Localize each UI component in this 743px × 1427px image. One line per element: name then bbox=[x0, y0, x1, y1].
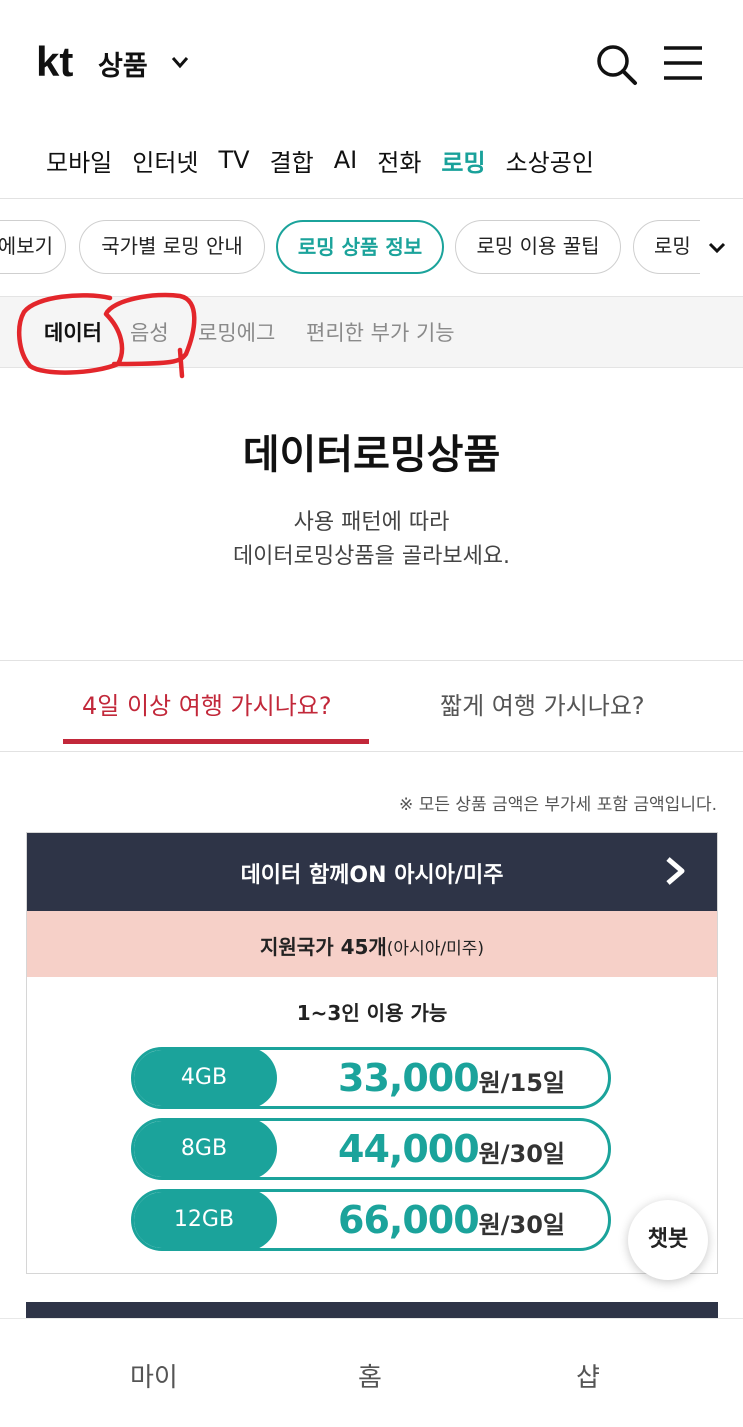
subtab-voice[interactable]: 음성 bbox=[130, 317, 169, 347]
plan-option[interactable]: 8GB 44,000원/30일 bbox=[131, 1118, 611, 1180]
menu-icon[interactable] bbox=[662, 44, 704, 82]
tab-short-trip[interactable]: 짧게 여행 가시나요? bbox=[440, 686, 645, 721]
plan-price-unit: 원/ bbox=[478, 1069, 510, 1097]
bottom-nav-my[interactable]: 마이 bbox=[130, 1357, 178, 1394]
plan-period: 15일 bbox=[509, 1069, 565, 1097]
category-bundle[interactable]: 결합 bbox=[270, 143, 314, 178]
plan-price: 66,000 bbox=[338, 1198, 480, 1242]
chevron-down-icon[interactable] bbox=[706, 236, 728, 258]
vat-note: ※ 모든 상품 금액은 부가세 포함 금액입니다. bbox=[399, 795, 717, 815]
active-tab-underline bbox=[63, 739, 369, 744]
category-small-business[interactable]: 소상공인 bbox=[506, 143, 594, 178]
svg-text:kt: kt bbox=[36, 40, 73, 82]
divider bbox=[0, 198, 743, 199]
app-header: kt 상품 bbox=[0, 0, 743, 120]
product-card: 데이터 함께ON 아시아/미주 지원국가 45개(아시아/미주) 1~3인 이용… bbox=[26, 832, 718, 1274]
plan-period: 30일 bbox=[509, 1211, 565, 1239]
subtab-roaming-egg[interactable]: 로밍에그 bbox=[198, 317, 275, 347]
search-icon[interactable] bbox=[594, 42, 638, 86]
users-info: 1~3인 이용 가능 bbox=[296, 1001, 448, 1025]
product-card-header[interactable]: 데이터 함께ON 아시아/미주 bbox=[27, 833, 717, 911]
plan-price: 33,000 bbox=[338, 1056, 480, 1100]
pill-roaming-more[interactable]: 로밍 bbox=[633, 220, 700, 274]
pill-product-info[interactable]: 로밍 상품 정보 bbox=[276, 220, 444, 274]
page-title[interactable]: 상품 bbox=[98, 44, 148, 83]
section-title: 데이터로밍상품 bbox=[242, 432, 501, 478]
category-tv[interactable]: TV bbox=[219, 146, 250, 174]
kt-logo[interactable]: kt bbox=[36, 40, 88, 82]
bottom-nav-home[interactable]: 홈 bbox=[358, 1357, 382, 1394]
supported-region: (아시아/미주) bbox=[386, 939, 484, 959]
plan-price-unit: 원/ bbox=[478, 1211, 510, 1239]
plan-price-unit: 원/ bbox=[478, 1140, 510, 1168]
product-title: 데이터 함께ON 아시아/미주 bbox=[240, 863, 504, 888]
subtab-data[interactable]: 데이터 bbox=[44, 317, 102, 347]
plan-data-amount: 8GB bbox=[134, 1121, 277, 1177]
category-roaming[interactable]: 로밍 bbox=[441, 143, 485, 178]
section-description: 사용 패턴에 따라 데이터로밍상품을 골라보세요. bbox=[232, 510, 511, 569]
category-phone[interactable]: 전화 bbox=[377, 143, 421, 178]
plan-data-amount: 12GB bbox=[134, 1192, 277, 1248]
pill-country-guide[interactable]: 국가별 로밍 안내 bbox=[79, 220, 265, 274]
chevron-right-icon[interactable] bbox=[663, 855, 687, 887]
category-ai[interactable]: AI bbox=[334, 146, 358, 174]
category-mobile[interactable]: 모바일 bbox=[46, 143, 112, 178]
plan-option[interactable]: 12GB 66,000원/30일 bbox=[131, 1189, 611, 1251]
tab-long-trip[interactable]: 4일 이상 여행 가시나요? bbox=[82, 686, 332, 721]
supported-countries: 지원국가 45개 bbox=[260, 935, 387, 959]
chevron-down-icon[interactable] bbox=[170, 52, 190, 72]
plan-period: 30일 bbox=[509, 1140, 565, 1168]
divider bbox=[0, 751, 743, 752]
pill-tabs: 한눈에보기 국가별 로밍 안내 로밍 상품 정보 로밍 이용 꿀팁 로밍 bbox=[0, 220, 700, 276]
country-band: 지원국가 45개(아시아/미주) bbox=[27, 911, 717, 977]
bottom-nav-shop[interactable]: 샵 bbox=[576, 1357, 600, 1394]
category-nav: 모바일 인터넷 TV 결합 AI 전화 로밍 소상공인 bbox=[46, 140, 614, 180]
subtab-extra-features[interactable]: 편리한 부가 기능 bbox=[306, 317, 455, 347]
plan-price: 44,000 bbox=[338, 1127, 480, 1171]
sub-tabs: 데이터 음성 로밍에그 편리한 부가 기능 bbox=[0, 296, 743, 368]
plan-option[interactable]: 4GB 33,000원/15일 bbox=[131, 1047, 611, 1109]
bottom-nav: 마이 홈 샵 bbox=[0, 1318, 743, 1427]
divider bbox=[0, 660, 743, 661]
pill-usage-tips[interactable]: 로밍 이용 꿀팁 bbox=[455, 220, 621, 274]
chatbot-button[interactable]: 챗봇 bbox=[628, 1200, 708, 1280]
pill-overview[interactable]: 한눈에보기 bbox=[0, 220, 66, 274]
category-internet[interactable]: 인터넷 bbox=[132, 143, 198, 178]
plan-data-amount: 4GB bbox=[134, 1050, 277, 1106]
